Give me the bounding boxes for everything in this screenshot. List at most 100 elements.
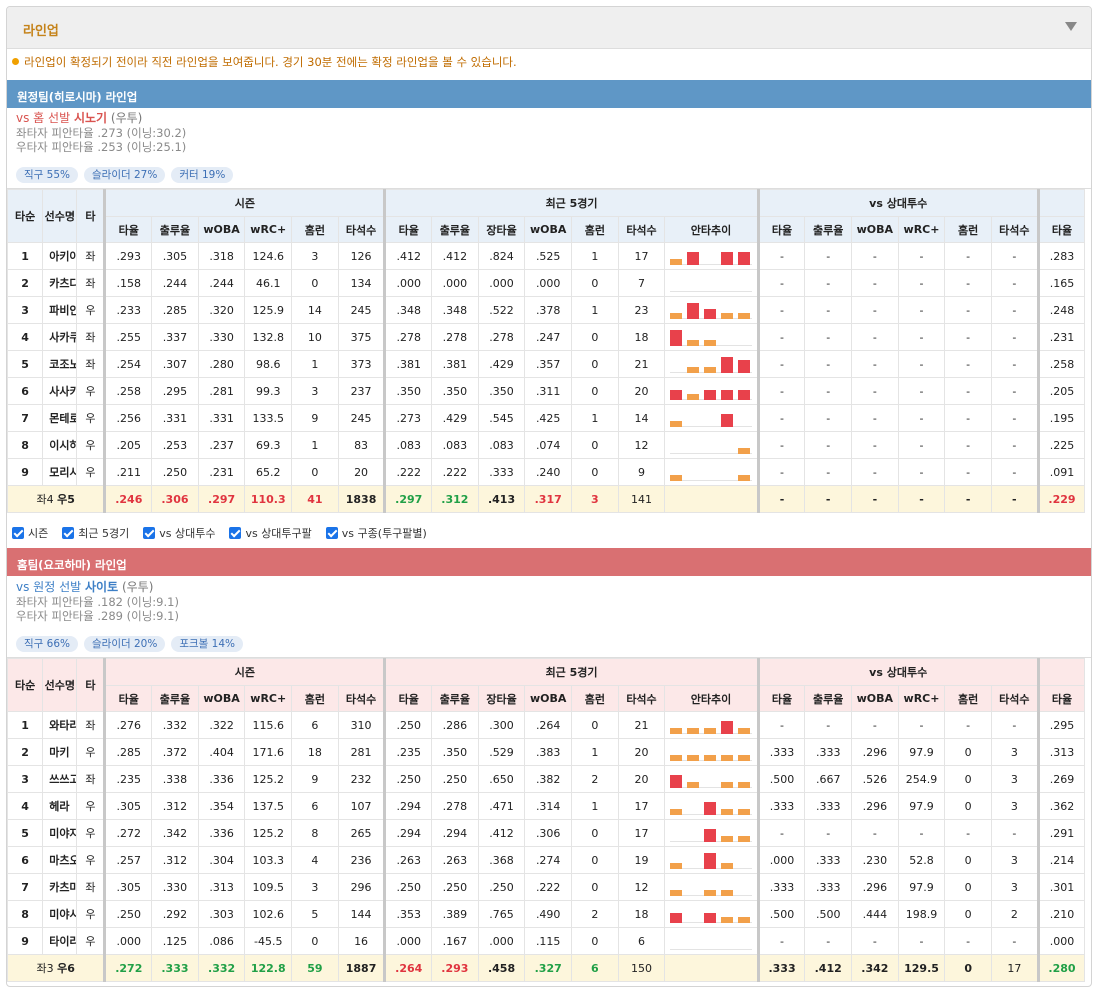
option-checkbox[interactable]: 최근 5경기 [62, 525, 129, 541]
panel-header[interactable]: 라인업 [7, 7, 1091, 49]
col-name[interactable]: 선수명 [42, 658, 78, 712]
player-row[interactable]: 5미야자키우.272.342.336125.28265.294.294.412.… [7, 819, 1092, 847]
player-name[interactable]: 카츠다 [42, 269, 78, 297]
option-checkbox[interactable]: vs 상대투구팔 [229, 525, 312, 541]
player-name[interactable]: 미야시타 [42, 900, 78, 928]
col-recent-6[interactable]: 안타추이 [664, 685, 759, 712]
player-name[interactable]: 모리시타 [42, 458, 78, 486]
col-order[interactable]: 타순 [7, 189, 44, 243]
lineup-panel: 라인업 라인업이 확정되기 전이라 직전 라인업을 보여줍니다. 경기 30분 … [6, 6, 1092, 987]
player-name[interactable]: 몬테로 [42, 404, 78, 432]
season-stat: 375 [337, 323, 386, 351]
player-name[interactable]: 쓰쓰고 [42, 765, 78, 793]
checkbox-checked-icon[interactable] [12, 527, 24, 539]
player-row[interactable]: 7카츠마타좌.305.330.313109.53296.250.250.250.… [7, 873, 1092, 901]
player-row[interactable]: 8이시하라우.205.253.23769.3183.083.083.083.07… [7, 431, 1092, 459]
checkbox-checked-icon[interactable] [229, 527, 242, 539]
col-vs-1[interactable]: 출루율 [804, 685, 853, 712]
col-vs-3[interactable]: wRC+ [897, 216, 946, 243]
col-season-3[interactable]: wRC+ [244, 685, 293, 712]
col-recent-5[interactable]: 타석수 [617, 216, 666, 243]
col-recent-3[interactable]: wOBA [524, 216, 573, 243]
player-name[interactable]: 카츠마타 [42, 873, 78, 901]
player-row[interactable]: 1아키야마좌.293.305.318124.63126.412.412.824.… [7, 242, 1092, 270]
col-extra[interactable]: 타율 [1036, 216, 1086, 243]
option-checkbox[interactable]: 시즌 [12, 525, 48, 541]
pitcher-name[interactable]: 사이토 [85, 580, 118, 594]
col-season-0[interactable]: 타율 [103, 685, 153, 712]
col-season-1[interactable]: 출루율 [151, 685, 199, 712]
player-name[interactable]: 코조노 [42, 350, 78, 378]
col-recent-4[interactable]: 홈런 [571, 216, 619, 243]
player-row[interactable]: 3 파비안 우 .233.285.320 125.9 14 245.348.348.522.… [7, 296, 1092, 324]
col-order[interactable]: 타순 [7, 658, 44, 712]
player-row[interactable]: 5 코조노 좌 .254.307.280 98.6 1 373.381.381.429.35… [7, 350, 1092, 378]
player-name[interactable]: 미야자키 [42, 819, 78, 847]
col-recent-3[interactable]: wOBA [524, 685, 573, 712]
player-row[interactable]: 6 마츠오 우 .257.312.304 103.3 4 236.263.263.368.2… [7, 846, 1092, 874]
col-vs-5[interactable]: 타석수 [991, 216, 1039, 243]
col-season-5[interactable]: 타석수 [337, 216, 386, 243]
checkbox-checked-icon[interactable] [62, 527, 75, 539]
col-season-4[interactable]: 홈런 [291, 216, 339, 243]
col-recent-2[interactable]: 장타율 [477, 216, 526, 243]
checkbox-checked-icon[interactable] [325, 527, 338, 539]
player-row[interactable]: 3 쓰쓰고 좌 .235.338.336 125.2 9 232.250.250.650.3… [7, 765, 1092, 793]
player-row[interactable]: 2 카츠다 좌 .158.244.244 46.1 0 134.000.000.000.00… [7, 269, 1092, 297]
recent-stat: .000 [383, 269, 433, 297]
col-vs-4[interactable]: 홈런 [944, 685, 992, 712]
player-name[interactable]: 와타라이 [42, 711, 78, 739]
player-name[interactable]: 파비안 [42, 296, 78, 324]
checkbox-checked-icon[interactable] [143, 527, 156, 539]
col-recent-1[interactable]: 출루율 [431, 685, 479, 712]
col-extra[interactable]: 타율 [1036, 685, 1086, 712]
player-row[interactable]: 9 타이라 우 .000.125.086 -45.5 0 16.000.167.000.11… [7, 927, 1092, 955]
col-bats[interactable]: 타 [76, 189, 106, 243]
col-recent-0[interactable]: 타율 [383, 685, 433, 712]
col-vs-4[interactable]: 홈런 [944, 216, 992, 243]
player-row[interactable]: 6 사사키 우 .258.295.281 99.3 3 237.350.350.350.31… [7, 377, 1092, 405]
option-checkbox[interactable]: vs 상대투수 [143, 525, 215, 541]
player-name[interactable]: 이시하라 [42, 431, 78, 459]
player-name[interactable]: 마츠오 [42, 846, 78, 874]
col-season-2[interactable]: wOBA [197, 216, 246, 243]
collapse-triangle-icon[interactable] [1065, 22, 1077, 31]
pitcher-name[interactable]: 시노기 [74, 111, 107, 125]
col-season-4[interactable]: 홈런 [291, 685, 339, 712]
player-name[interactable]: 헤라 [42, 792, 78, 820]
col-recent-0[interactable]: 타율 [383, 216, 433, 243]
player-name[interactable]: 사카쿠라 [42, 323, 78, 351]
player-row[interactable]: 7 몬테로 우 .256.331.331 133.5 9 245.273.429.545.4… [7, 404, 1092, 432]
col-vs-2[interactable]: wOBA [851, 685, 899, 712]
player-name[interactable]: 마키 [42, 738, 78, 766]
player-name[interactable]: 타이라 [42, 927, 78, 955]
col-recent-1[interactable]: 출루율 [431, 216, 479, 243]
col-vs-0[interactable]: 타율 [756, 685, 806, 712]
player-row[interactable]: 2 마키 우 .285.372.404 171.6 18 281.235.350.529.3… [7, 738, 1092, 766]
col-recent-6[interactable]: 안타추이 [664, 216, 759, 243]
col-season-2[interactable]: wOBA [197, 685, 246, 712]
season-stat: .313 [197, 873, 246, 901]
col-recent-2[interactable]: 장타율 [477, 685, 526, 712]
col-vs-2[interactable]: wOBA [851, 216, 899, 243]
col-recent-4[interactable]: 홈런 [571, 685, 619, 712]
col-season-5[interactable]: 타석수 [337, 685, 386, 712]
col-name[interactable]: 선수명 [42, 189, 78, 243]
col-vs-1[interactable]: 출루율 [804, 216, 853, 243]
option-checkbox[interactable]: vs 구종(투구팔별) [325, 525, 427, 541]
col-vs-5[interactable]: 타석수 [991, 685, 1039, 712]
player-row[interactable]: 8미야시타우.250.292.303102.65144.353.389.765.… [7, 900, 1092, 928]
player-row[interactable]: 4사카쿠라좌.255.337.330132.810375.278.278.278… [7, 323, 1092, 351]
player-name[interactable]: 아키야마 [42, 242, 78, 270]
player-row[interactable]: 4 헤라 우 .305.312.354 137.5 6 107.294.278.471.31… [7, 792, 1092, 820]
col-season-3[interactable]: wRC+ [244, 216, 293, 243]
player-row[interactable]: 1와타라이좌.276.332.322115.66310.250.286.300.… [7, 711, 1092, 739]
col-season-1[interactable]: 출루율 [151, 216, 199, 243]
player-row[interactable]: 9모리시타우.211.250.23165.2020.222.222.333.24… [7, 458, 1092, 486]
col-vs-3[interactable]: wRC+ [897, 685, 946, 712]
col-bats[interactable]: 타 [76, 658, 106, 712]
col-season-0[interactable]: 타율 [103, 216, 153, 243]
col-vs-0[interactable]: 타율 [756, 216, 806, 243]
player-name[interactable]: 사사키 [42, 377, 78, 405]
col-recent-5[interactable]: 타석수 [617, 685, 666, 712]
